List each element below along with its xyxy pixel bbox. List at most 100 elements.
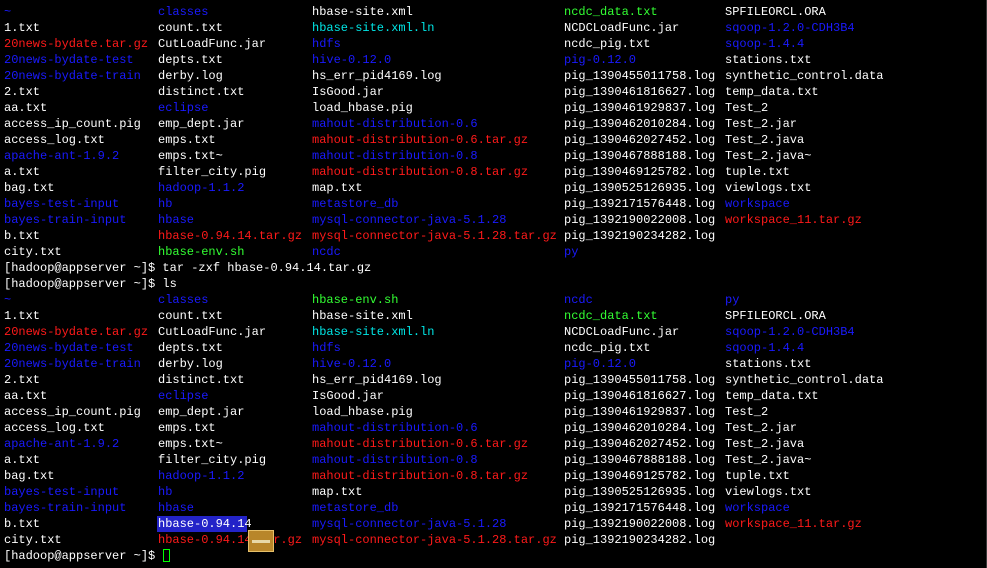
file-entry: mysql-connector-java-5.1.28 xyxy=(312,213,507,227)
listing-row: a.txt filter_city.pig mahout-distribution-… xyxy=(4,452,980,468)
file-entry: metastore_db xyxy=(312,197,399,211)
file-entry: Test_2.java xyxy=(725,133,805,147)
file-entry: pig_1390461929837.log xyxy=(564,405,716,419)
file-entry: a.txt xyxy=(4,165,41,179)
file-entry: IsGood.jar xyxy=(312,389,385,403)
file-entry: hive-0.12.0 xyxy=(312,357,392,371)
file-entry: ncdc_data.txt xyxy=(564,5,658,19)
file-entry: b.txt xyxy=(4,229,41,243)
file-entry: 2.txt xyxy=(4,373,41,387)
listing-row: city.txt hbase-env.sh ncdc py xyxy=(4,244,980,260)
file-entry: ncdc_data.txt xyxy=(564,309,658,323)
file-entry: hbase-0.94.14 xyxy=(158,517,252,531)
listing-row: 1.txt count.txt hbase-site.xml.ln NCDCLoadF… xyxy=(4,20,980,36)
file-entry: distinct.txt xyxy=(158,85,245,99)
file-entry: mysql-connector-java-5.1.28.tar.gz xyxy=(312,533,557,547)
file-entry: emps.txt xyxy=(158,133,216,147)
file-entry: CutLoadFunc.jar xyxy=(158,37,267,51)
file-entry: synthetic_control.data xyxy=(725,373,884,387)
listing-row: access_log.txt emps.txt mahout-distributio… xyxy=(4,420,980,436)
listing-row: bayes-train-input hbase mysql-connector-ja… xyxy=(4,212,980,228)
listing-row: apache-ant-1.9.2 emps.txt~ mahout-distribu… xyxy=(4,436,980,452)
file-entry: Test_2.java xyxy=(725,437,805,451)
file-entry: bayes-train-input xyxy=(4,213,127,227)
file-entry: hbase xyxy=(158,501,195,515)
terminal-window[interactable]: ~ classes hbase-site.xml ncdc_data.txt SPFIL… xyxy=(0,0,987,568)
listing-row: 20news-bydate-train derby.log hive-0.12.0 p… xyxy=(4,356,980,372)
file-entry: pig_1390455011758.log xyxy=(564,373,716,387)
file-entry: Test_2 xyxy=(725,405,769,419)
file-entry: SPFILEORCL.ORA xyxy=(725,5,826,19)
listing-row: 2.txt distinct.txt IsGood.jar pig_139046181… xyxy=(4,84,980,100)
command-tar: [hadoop@appserver ~]$ tar -zxf hbase-0.9… xyxy=(4,261,372,275)
file-entry: load_hbase.pig xyxy=(312,101,413,115)
ls-output-before: ~ classes hbase-site.xml ncdc_data.txt SPFIL… xyxy=(4,4,980,260)
listing-row: bag.txt hadoop-1.1.2 mahout-distribution-0… xyxy=(4,468,980,484)
file-entry: pig_1390469125782.log xyxy=(564,165,716,179)
file-entry: Test_2 xyxy=(725,101,769,115)
file-entry: emps.txt~ xyxy=(158,149,223,163)
listing-row: 1.txt count.txt hbase-site.xml ncdc_data.tx… xyxy=(4,308,980,324)
file-entry: 20news-bydate-train xyxy=(4,357,141,371)
file-entry: pig_1390461816627.log xyxy=(564,389,716,403)
listing-row: apache-ant-1.9.2 emps.txt~ mahout-distribu… xyxy=(4,148,980,164)
file-entry: pig_1390469125782.log xyxy=(564,469,716,483)
file-entry: stations.txt xyxy=(725,357,812,371)
file-entry: mahout-distribution-0.6.tar.gz xyxy=(312,437,529,451)
file-entry: bayes-train-input xyxy=(4,501,127,515)
file-entry: pig_1392171576448.log xyxy=(564,501,716,515)
listing-row: bag.txt hadoop-1.1.2 map.txt pig_1390525126… xyxy=(4,180,980,196)
file-entry: Test_2.jar xyxy=(725,117,798,131)
file-entry: CutLoadFunc.jar xyxy=(158,325,267,339)
file-entry: pig_1390455011758.log xyxy=(564,69,716,83)
file-entry: IsGood.jar xyxy=(312,85,385,99)
file-entry: tuple.txt xyxy=(725,165,790,179)
file-entry: depts.txt xyxy=(158,53,223,67)
file-entry: hadoop-1.1.2 xyxy=(158,469,245,483)
listing-row: ~ classes hbase-site.xml ncdc_data.txt SPFIL… xyxy=(4,4,980,20)
file-entry: workspace_11.tar.gz xyxy=(725,213,862,227)
file-entry: Test_2.jar xyxy=(725,421,798,435)
prompt-line[interactable]: [hadoop@appserver ~]$ xyxy=(4,548,980,564)
file-entry: hadoop-1.1.2 xyxy=(158,181,245,195)
file-entry: hbase-env.sh xyxy=(158,245,245,259)
file-entry: pig_1392190022008.log xyxy=(564,213,716,227)
file-entry: pig_1390462010284.log xyxy=(564,117,716,131)
terminal-output: ~ classes hbase-site.xml ncdc_data.txt SPFIL… xyxy=(4,4,980,564)
file-entry: NCDCLoadFunc.jar xyxy=(564,325,680,339)
listing-row: ~ classes hbase-env.sh ncdc py xyxy=(4,292,980,308)
file-entry: py xyxy=(725,293,740,307)
listing-row: access_log.txt emps.txt mahout-distributio… xyxy=(4,132,980,148)
file-entry: mahout-distribution-0.6 xyxy=(312,117,478,131)
file-entry: hbase-0.94.14.tar.gz xyxy=(158,229,303,243)
file-entry: 20news-bydate.tar.gz xyxy=(4,37,149,51)
file-entry: 20news-bydate-test xyxy=(4,341,134,355)
file-entry: hbase-site.xml.ln xyxy=(312,325,435,339)
file-entry: map.txt xyxy=(312,181,363,195)
listing-row: aa.txt eclipse load_hbase.pig pig_139046192… xyxy=(4,100,980,116)
file-entry: pig-0.12.0 xyxy=(564,357,637,371)
file-drag-icon-strip xyxy=(252,540,270,543)
listing-row: a.txt filter_city.pig mahout-distribution-… xyxy=(4,164,980,180)
file-entry: metastore_db xyxy=(312,501,399,515)
listing-row: access_ip_count.pig emp_dept.jar load_hbas… xyxy=(4,404,980,420)
file-entry: bag.txt xyxy=(4,469,55,483)
file-entry: filter_city.pig xyxy=(158,165,267,179)
file-entry: hdfs xyxy=(312,341,341,355)
file-entry: viewlogs.txt xyxy=(725,181,812,195)
file-entry: workspace_11.tar.gz xyxy=(725,517,862,531)
file-entry: hb xyxy=(158,485,173,499)
file-entry: 1.txt xyxy=(4,309,41,323)
file-entry: hive-0.12.0 xyxy=(312,53,392,67)
file-entry: pig_1392190234282.log xyxy=(564,229,716,243)
file-entry: hbase-site.xml xyxy=(312,309,413,323)
file-entry: bag.txt xyxy=(4,181,55,195)
file-entry: mahout-distribution-0.6 xyxy=(312,421,478,435)
file-entry: synthetic_control.data xyxy=(725,69,884,83)
ls-output-after: ~ classes hbase-env.sh ncdc py 1.txt count.txt… xyxy=(4,292,980,548)
listing-row: 20news-bydate-train derby.log hs_err_pid41… xyxy=(4,68,980,84)
file-entry: hbase-site.xml.ln xyxy=(312,21,435,35)
file-entry: sqoop-1.4.4 xyxy=(725,341,805,355)
file-entry: 20news-bydate.tar.gz xyxy=(4,325,149,339)
file-entry: bayes-test-input xyxy=(4,197,120,211)
